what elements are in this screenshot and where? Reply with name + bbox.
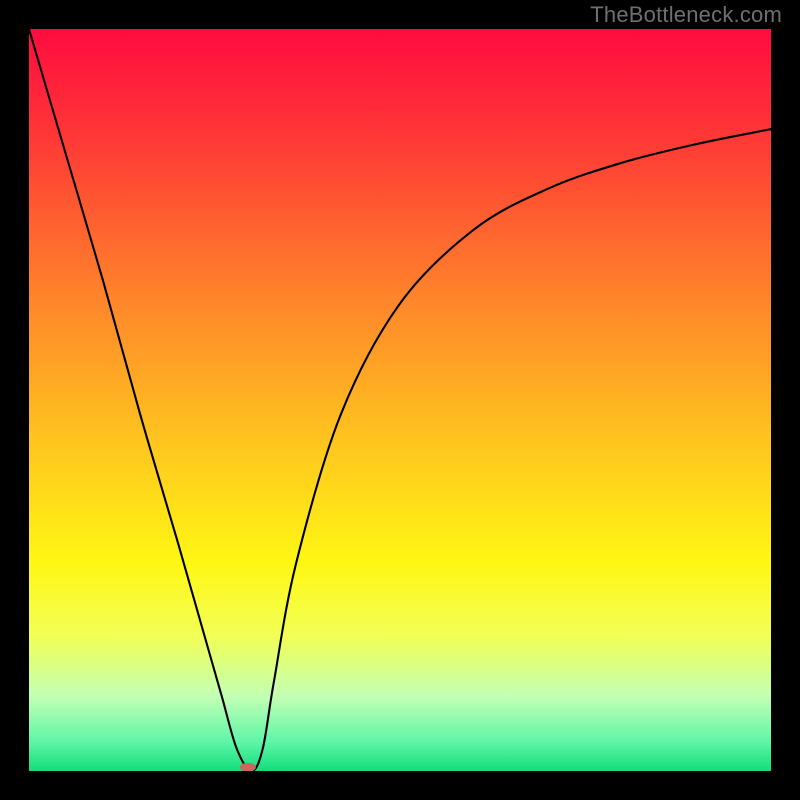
watermark-text: TheBottleneck.com: [590, 2, 782, 28]
chart-frame: TheBottleneck.com: [0, 0, 800, 800]
chart-background: [29, 29, 771, 771]
chart-svg: [29, 29, 771, 771]
plot-area: [29, 29, 771, 771]
